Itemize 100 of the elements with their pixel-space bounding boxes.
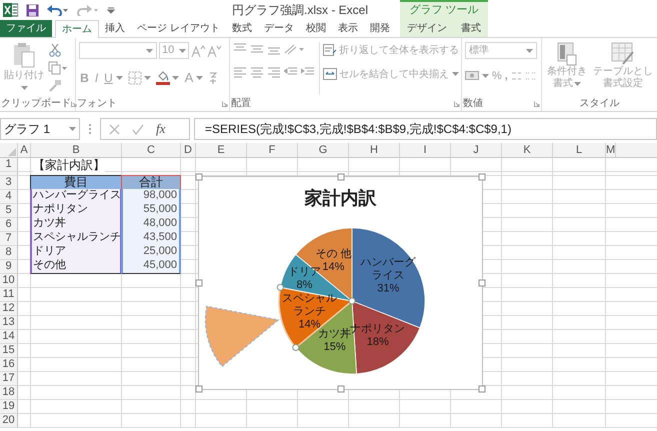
ribbon-tab[interactable]: 校閲 (300, 20, 332, 37)
data-label-percent: 14% (298, 318, 321, 330)
column-header[interactable]: G (298, 143, 349, 157)
resize-handle[interactable] (478, 280, 486, 286)
row-header[interactable]: 5 (0, 204, 18, 217)
row-header[interactable]: 12 (0, 302, 18, 315)
row-header[interactable]: 7 (0, 232, 18, 245)
column-header[interactable]: A (18, 143, 31, 157)
resize-handle[interactable] (337, 174, 344, 180)
caret-icon (526, 48, 533, 52)
table-style-icon (611, 42, 635, 66)
table-cell: ハンバーグライス (30, 189, 122, 204)
row-header[interactable]: 17 (0, 372, 18, 385)
data-label: カツ丼 (318, 328, 352, 342)
ribbon-tab[interactable]: デザイン (401, 20, 453, 37)
row-header[interactable]: 14 (0, 330, 18, 343)
redo-icon (77, 4, 99, 16)
caret-icon (20, 86, 28, 90)
row-header[interactable]: 3 (0, 176, 18, 189)
grip-icon (88, 124, 92, 134)
selection-handle[interactable] (348, 298, 356, 304)
ribbon-tab[interactable]: ページ レイアウト (131, 20, 226, 37)
ribbon-tab[interactable]: データ (258, 20, 300, 37)
column-header[interactable]: H (349, 143, 400, 157)
caret-icon (146, 48, 153, 52)
row-header[interactable]: 15 (0, 344, 18, 357)
context-tab-group-label: グラフ ツール (400, 0, 488, 20)
table-cell: ドリア (30, 245, 122, 260)
row-header[interactable]: 4 (0, 190, 18, 203)
select-all-icon[interactable] (8, 148, 16, 156)
resize-handle[interactable] (478, 386, 486, 392)
ribbon-tab[interactable]: 数式 (226, 20, 258, 37)
column-header[interactable]: E (196, 143, 247, 157)
row-header[interactable]: 9 (0, 260, 18, 273)
group-label: 配置 (231, 96, 251, 110)
cancel-icon[interactable] (109, 124, 120, 134)
row-header[interactable]: 18 (0, 386, 18, 399)
merge-cells-icon (323, 68, 337, 80)
formula-field[interactable]: =SERIES(完成!$C$3,完成!$B$4:$B$9,完成!$C$4:$C$9,1) (194, 118, 657, 140)
sheet-title: 【家計内訳】 (33, 158, 105, 172)
column-header[interactable]: J (451, 143, 502, 157)
row-header[interactable]: 8 (0, 246, 18, 259)
data-label-percent: 14% (322, 261, 344, 274)
undo-icon[interactable] (47, 4, 69, 16)
window-title: 円グラフ強調.xlsx - Excel (230, 2, 369, 19)
row-header[interactable]: 1 (0, 158, 18, 171)
row-header[interactable]: 20 (0, 414, 18, 427)
selection-handle[interactable] (276, 284, 284, 291)
ribbon-tab[interactable]: 挿入 (99, 20, 131, 37)
column-header[interactable]: L (553, 143, 606, 157)
data-label-percent: 31% (377, 282, 400, 296)
ribbon-tab[interactable]: 書式 (455, 20, 487, 37)
customize-toolbar-icon[interactable] (107, 6, 115, 14)
column-header[interactable]: I (400, 143, 451, 157)
wrap-text-icon (323, 44, 337, 56)
row-header[interactable]: 6 (0, 218, 18, 231)
row-header[interactable]: 13 (0, 316, 18, 329)
row-header[interactable]: 16 (0, 358, 18, 371)
insert-function-button[interactable]: fx (156, 119, 166, 139)
table-cell: ナポリタン (30, 203, 122, 218)
table-header-cell: 合計 (121, 175, 181, 190)
enter-check-icon[interactable] (132, 124, 144, 134)
name-box[interactable]: グラフ 1 (0, 118, 80, 140)
table-cell: 25,000 (121, 245, 181, 260)
button-label: 書式 (553, 78, 573, 90)
selection-handle[interactable] (292, 344, 300, 352)
row-header[interactable]: 10 (0, 274, 18, 287)
column-header[interactable]: F (247, 143, 298, 157)
ribbon-tab[interactable]: ファイル (0, 20, 52, 37)
resize-handle[interactable] (337, 386, 344, 392)
column-header[interactable]: M (606, 143, 616, 157)
column-header[interactable]: C (122, 143, 181, 157)
column-header[interactable]: K (502, 143, 553, 157)
group-label: スタイル (580, 96, 620, 110)
table-header-cell: 費目 (30, 175, 122, 190)
resize-handle[interactable] (478, 174, 486, 180)
group-label: 数値 (463, 96, 483, 110)
group-label: フォント (77, 96, 117, 110)
row-header[interactable]: 11 (0, 288, 18, 301)
save-icon[interactable] (26, 4, 39, 16)
resize-handle[interactable] (196, 386, 202, 392)
ribbon-tab[interactable]: ホーム (55, 20, 99, 38)
caret-icon (452, 72, 459, 76)
table-cell: 98,000 (121, 189, 181, 204)
caret-icon (69, 127, 76, 131)
resize-handle[interactable] (196, 174, 202, 180)
excel-logo-icon (3, 3, 18, 17)
ribbon-tab[interactable]: 表示 (332, 20, 364, 37)
resize-handle[interactable] (196, 280, 202, 286)
column-header[interactable]: D (181, 143, 196, 157)
button-label: 条件付き (547, 66, 587, 78)
table-cell: カツ丼 (30, 217, 122, 232)
table-cell: 43,500 (121, 231, 181, 246)
row-header[interactable]: 19 (0, 400, 18, 413)
column-header[interactable]: B (31, 143, 122, 157)
group-label: クリップボード (1, 96, 71, 110)
ribbon-tab[interactable]: 開発 (364, 20, 396, 37)
table-cell: 48,000 (121, 217, 181, 232)
chart-title: 家計内訳 (304, 187, 378, 210)
data-label-percent: 18% (366, 336, 389, 350)
